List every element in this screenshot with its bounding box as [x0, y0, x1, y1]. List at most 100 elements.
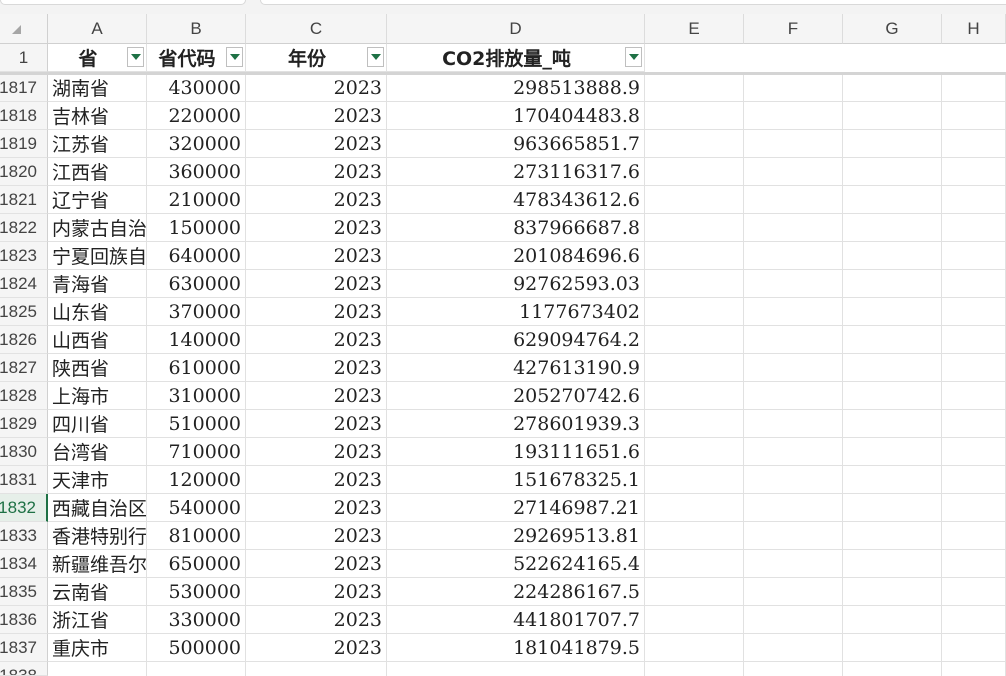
cell-empty[interactable] — [843, 214, 942, 242]
cell-empty[interactable] — [645, 130, 744, 158]
cell-year[interactable]: 2023 — [246, 214, 387, 242]
cell-empty[interactable] — [645, 606, 744, 634]
cell-empty[interactable] — [942, 494, 1006, 522]
cell-code[interactable]: 510000 — [147, 410, 246, 438]
filter-dropdown-button[interactable] — [625, 47, 642, 67]
cell-empty[interactable] — [942, 606, 1006, 634]
cell-empty[interactable] — [744, 354, 843, 382]
filter-dropdown-button[interactable] — [226, 47, 243, 67]
cell-province[interactable]: 吉林省 — [48, 102, 147, 130]
row-header[interactable]: 1831 — [0, 466, 48, 494]
cell-year[interactable]: 2023 — [246, 130, 387, 158]
cell-empty[interactable] — [843, 74, 942, 102]
cell-empty[interactable] — [147, 662, 246, 676]
cell-empty[interactable] — [645, 466, 744, 494]
row-header[interactable]: 1828 — [0, 382, 48, 410]
cell-province[interactable]: 湖南省 — [48, 74, 147, 102]
cell-empty[interactable] — [843, 606, 942, 634]
cell-code[interactable]: 140000 — [147, 326, 246, 354]
cell-code[interactable]: 210000 — [147, 186, 246, 214]
cell-year[interactable]: 2023 — [246, 298, 387, 326]
cell-province[interactable]: 香港特别行政区 — [48, 522, 147, 550]
cell-co2[interactable]: 201084696.6 — [387, 242, 645, 270]
cell-empty[interactable] — [942, 410, 1006, 438]
column-header-c[interactable]: C — [246, 14, 387, 44]
cell-year[interactable]: 2023 — [246, 466, 387, 494]
row-header[interactable]: 1818 — [0, 102, 48, 130]
cell-co2[interactable]: 298513888.9 — [387, 74, 645, 102]
name-box-edge[interactable] — [0, 0, 246, 5]
cell-year[interactable]: 2023 — [246, 494, 387, 522]
cell-empty[interactable] — [942, 354, 1006, 382]
cell-code[interactable]: 500000 — [147, 634, 246, 662]
cell-empty[interactable] — [843, 662, 942, 676]
cell-province[interactable]: 四川省 — [48, 410, 147, 438]
cell-empty[interactable] — [942, 130, 1006, 158]
cell-co2[interactable]: 27146987.21 — [387, 494, 645, 522]
cell-code[interactable]: 220000 — [147, 102, 246, 130]
cell-empty[interactable] — [942, 438, 1006, 466]
header-cell-c[interactable]: 年份 — [246, 44, 387, 72]
cell-year[interactable]: 2023 — [246, 186, 387, 214]
column-header-g[interactable]: G — [843, 14, 942, 44]
cell-province[interactable]: 台湾省 — [48, 438, 147, 466]
cell-empty[interactable] — [744, 130, 843, 158]
cell-co2[interactable]: 478343612.6 — [387, 186, 645, 214]
row-header[interactable]: 1835 — [0, 578, 48, 606]
cell-province[interactable]: 山西省 — [48, 326, 147, 354]
cell-empty[interactable] — [744, 550, 843, 578]
cell-empty[interactable] — [843, 270, 942, 298]
cell-code[interactable]: 650000 — [147, 550, 246, 578]
cell-empty[interactable] — [942, 578, 1006, 606]
cell-year[interactable]: 2023 — [246, 634, 387, 662]
filter-dropdown-button[interactable] — [367, 47, 384, 67]
header-cell-d[interactable]: CO2排放量_吨 — [387, 44, 645, 72]
cell-code[interactable]: 360000 — [147, 158, 246, 186]
cell-empty[interactable] — [645, 270, 744, 298]
cell-province[interactable]: 陕西省 — [48, 354, 147, 382]
cell-empty[interactable] — [843, 438, 942, 466]
cell-code[interactable]: 610000 — [147, 354, 246, 382]
cell-empty[interactable] — [942, 74, 1006, 102]
row-header[interactable]: 1819 — [0, 130, 48, 158]
cell-empty[interactable] — [645, 214, 744, 242]
cell-co2[interactable]: 427613190.9 — [387, 354, 645, 382]
cell-code[interactable]: 540000 — [147, 494, 246, 522]
cell-empty[interactable] — [645, 550, 744, 578]
cell-code[interactable]: 640000 — [147, 242, 246, 270]
cell-empty[interactable] — [645, 354, 744, 382]
cell-co2[interactable]: 441801707.7 — [387, 606, 645, 634]
cell-empty[interactable] — [843, 326, 942, 354]
row-header[interactable]: 1817 — [0, 74, 48, 102]
cell-empty[interactable] — [744, 578, 843, 606]
cell-year[interactable]: 2023 — [246, 438, 387, 466]
cell-empty[interactable] — [843, 494, 942, 522]
cell-empty[interactable] — [942, 102, 1006, 130]
header-cell-a[interactable]: 省 — [48, 44, 147, 72]
cell-empty[interactable] — [645, 662, 744, 676]
cell-empty[interactable] — [645, 298, 744, 326]
cell-empty[interactable] — [744, 522, 843, 550]
cell-empty[interactable] — [843, 410, 942, 438]
cell-empty[interactable] — [843, 578, 942, 606]
cell-empty[interactable] — [744, 74, 843, 102]
cell-empty[interactable] — [744, 410, 843, 438]
cell-empty[interactable] — [843, 186, 942, 214]
cell-co2[interactable]: 1177673402 — [387, 298, 645, 326]
cell-empty[interactable] — [744, 102, 843, 130]
cell-co2[interactable]: 837966687.8 — [387, 214, 645, 242]
cell-year[interactable]: 2023 — [246, 158, 387, 186]
cell-empty[interactable] — [744, 466, 843, 494]
cell-empty[interactable] — [645, 382, 744, 410]
column-header-h[interactable]: H — [942, 14, 1006, 44]
cell-empty[interactable] — [942, 466, 1006, 494]
row-header[interactable]: 1836 — [0, 606, 48, 634]
cell-empty[interactable] — [744, 662, 843, 676]
row-header[interactable]: 1826 — [0, 326, 48, 354]
cell-code[interactable]: 530000 — [147, 578, 246, 606]
cell-code[interactable]: 320000 — [147, 130, 246, 158]
cell-empty[interactable] — [942, 550, 1006, 578]
column-header-f[interactable]: F — [744, 14, 843, 44]
cell-empty[interactable] — [744, 382, 843, 410]
cell-province[interactable]: 浙江省 — [48, 606, 147, 634]
